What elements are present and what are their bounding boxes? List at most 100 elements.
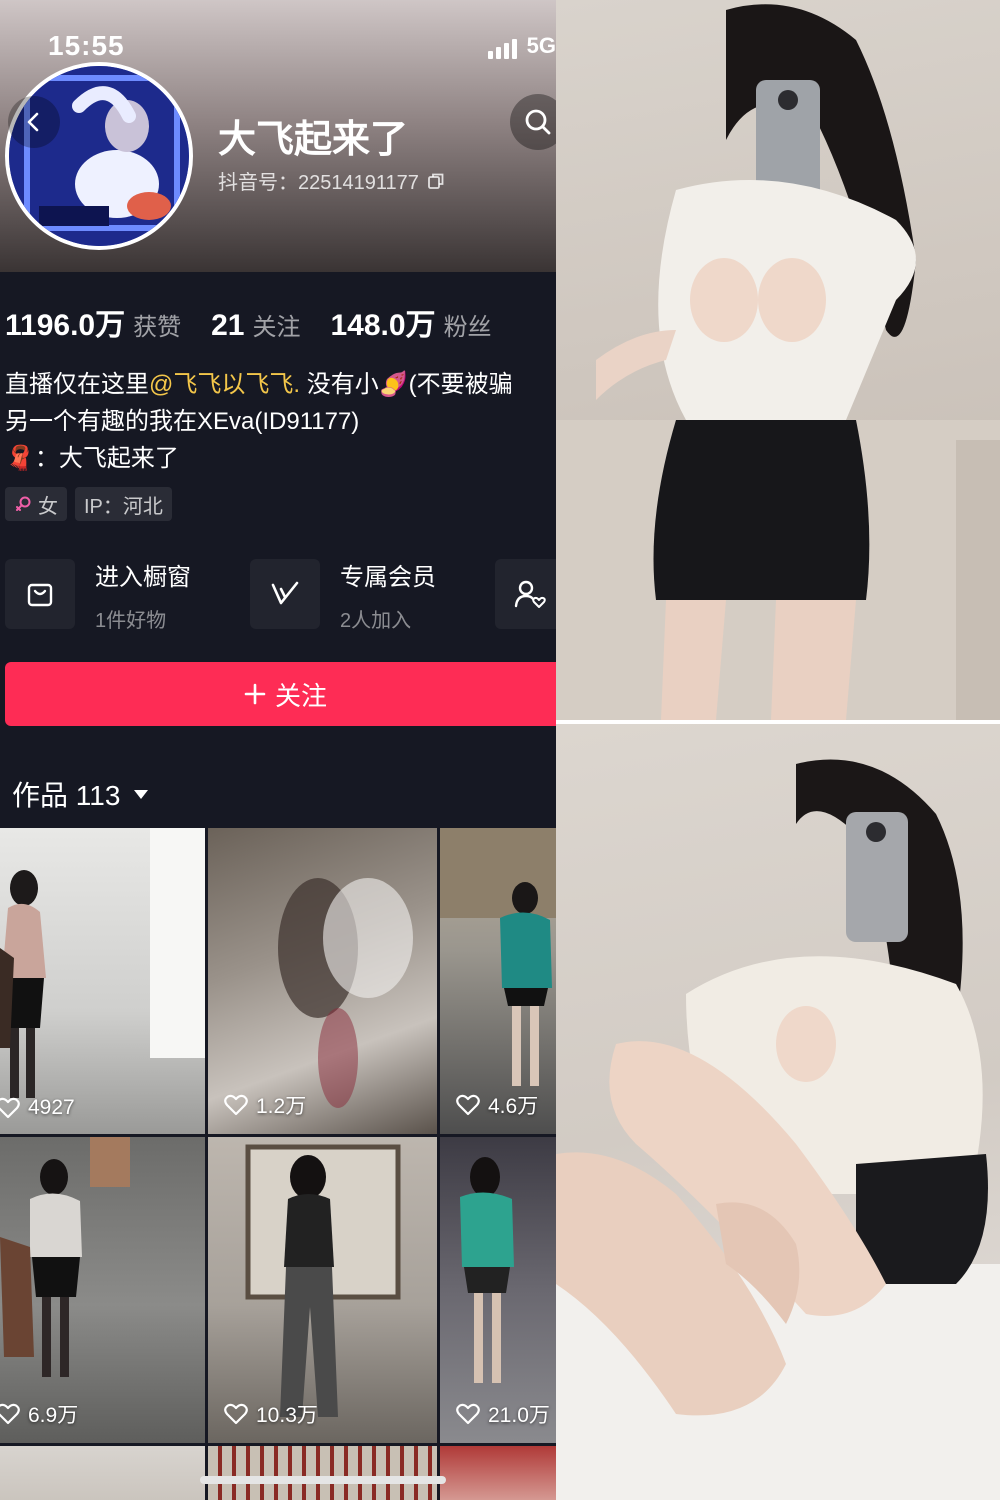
- like-count: 21.0万: [456, 1399, 550, 1429]
- heart-icon: [224, 1403, 248, 1425]
- search-button[interactable]: [510, 94, 556, 150]
- stat-following[interactable]: 21 关注: [211, 307, 300, 343]
- signal-icon: [487, 37, 517, 59]
- profile-bio: 直播仅在这里@飞飞以飞飞. 没有小🍠(不要被骗 另一个有趣的我在XEva(ID9…: [5, 366, 513, 477]
- like-count-text: 1.2万: [256, 1095, 307, 1118]
- home-indicator[interactable]: [200, 1476, 446, 1484]
- bio-line-2: 另一个有趣的我在XEva(ID91177): [5, 408, 360, 435]
- heart-icon: [224, 1094, 248, 1116]
- heart-icon: [456, 1094, 480, 1116]
- plus-icon: [244, 683, 266, 705]
- profile-entries: 进入橱窗 1件好物 专属会员 2人加入: [5, 555, 556, 633]
- work-thumbnail[interactable]: 4927: [0, 828, 205, 1134]
- thumbnail-image: [0, 1137, 130, 1377]
- works-tab[interactable]: 作品 113: [12, 774, 150, 814]
- heart-icon: [0, 1097, 20, 1119]
- stat-label: 关注: [252, 314, 301, 341]
- works-label: 作品 113: [12, 780, 121, 811]
- profile-header: 15:55 5G 大飞起来了 抖音号：22514191177: [0, 0, 556, 272]
- back-button[interactable]: [8, 96, 60, 148]
- bio-text: 没有小🍠(不要被骗: [300, 371, 513, 398]
- thumbnail-image: [440, 828, 556, 1086]
- vip-icon: [271, 581, 299, 605]
- entry-text: 专属会员 2人加入: [340, 555, 480, 633]
- work-thumbnail[interactable]: [440, 1446, 556, 1500]
- like-count: 4927: [0, 1096, 75, 1120]
- bio-line-3: 🧣：大飞起来了: [5, 440, 513, 477]
- stat-likes[interactable]: 1196.0万 获赞: [5, 300, 181, 344]
- ip-label: IP：河北: [84, 495, 163, 518]
- profile-screenshot: 15:55 5G 大飞起来了 抖音号：22514191177 1196.0万 获…: [0, 0, 556, 1500]
- stat-value: 21: [211, 309, 245, 342]
- gender-label: 女: [38, 495, 58, 518]
- like-count: 10.3万: [224, 1399, 318, 1429]
- photo-column: [556, 0, 1000, 1500]
- work-thumbnail[interactable]: 6.9万: [0, 1137, 205, 1443]
- shop-window-entry[interactable]: 进入橱窗 1件好物: [5, 555, 235, 633]
- entry-title: 专属会员: [340, 564, 436, 591]
- photo-bottom: [556, 724, 1000, 1500]
- heart-icon: [0, 1403, 20, 1425]
- ip-tag: IP：河北: [75, 487, 172, 521]
- like-count-text: 4.6万: [488, 1095, 539, 1118]
- bio-text: ：大飞起来了: [34, 445, 179, 472]
- profile-stats: 1196.0万 获赞 21 关注 148.0万 粉丝: [5, 300, 522, 344]
- search-icon: [525, 109, 551, 135]
- douyin-id[interactable]: 抖音号：22514191177: [218, 166, 445, 195]
- avatar[interactable]: [5, 62, 193, 250]
- douyin-id-text: 抖音号：22514191177: [218, 172, 419, 194]
- entry-text: 进入橱窗 1件好物: [95, 555, 235, 633]
- bag-icon: [27, 583, 53, 607]
- thumbnail-image: [460, 1157, 514, 1383]
- entry-icon-box: [495, 559, 556, 629]
- like-count: 1.2万: [224, 1090, 306, 1120]
- chevron-left-icon: [27, 112, 39, 132]
- profile-tags: 女 IP：河北: [5, 487, 172, 521]
- photo-top: [556, 0, 1000, 720]
- photo-image: [556, 4, 1000, 720]
- like-count: 6.9万: [0, 1399, 78, 1429]
- work-thumbnail[interactable]: 1.2万: [208, 828, 437, 1134]
- work-thumbnail[interactable]: 4.6万: [440, 828, 556, 1134]
- entry-title: 进入橱窗: [95, 564, 191, 591]
- bio-text: 直播仅在这里: [5, 371, 149, 398]
- stat-value: 1196.0万: [5, 309, 126, 342]
- work-thumbnail[interactable]: [208, 1446, 437, 1500]
- thumbnail-image: [0, 828, 205, 1098]
- follow-button[interactable]: 关注: [5, 662, 556, 726]
- photo-image: [556, 759, 1000, 1500]
- copy-icon: [427, 173, 444, 189]
- thumbnail-image: [278, 878, 413, 1108]
- like-count: 4.6万: [456, 1090, 538, 1120]
- status-time: 15:55: [48, 30, 125, 61]
- scarf-icon: 🧣: [5, 445, 35, 472]
- like-count-text: 10.3万: [256, 1404, 318, 1427]
- caret-down-icon: [134, 790, 149, 799]
- work-thumbnail[interactable]: 10.3万: [208, 1137, 437, 1443]
- network-label: 5G: [526, 33, 556, 58]
- membership-entry[interactable]: 专属会员 2人加入: [250, 555, 480, 633]
- work-thumbnail[interactable]: 21.0万: [440, 1137, 556, 1443]
- thumbnail-image: [245, 1144, 401, 1417]
- work-thumbnail[interactable]: [0, 1446, 205, 1500]
- status-icons: 5G: [487, 33, 556, 59]
- stat-label: 粉丝: [443, 314, 492, 341]
- like-count-text: 6.9万: [28, 1404, 79, 1427]
- friend-entry[interactable]: [495, 555, 556, 633]
- entry-icon-box: [5, 559, 75, 629]
- bio-line-1: 直播仅在这里@飞飞以飞飞. 没有小🍠(不要被骗: [5, 366, 513, 403]
- like-count-text: 4927: [28, 1096, 75, 1119]
- female-icon: [16, 496, 31, 511]
- follow-button-label: 关注: [274, 680, 327, 711]
- entry-subtitle: 1件好物: [95, 610, 167, 632]
- entry-icon-box: [250, 559, 320, 629]
- friend-icon: [514, 580, 546, 608]
- entry-subtitle: 2人加入: [340, 610, 412, 632]
- stat-label: 获赞: [133, 314, 182, 341]
- heart-icon: [456, 1403, 480, 1425]
- bio-mention-link[interactable]: @飞飞以飞飞.: [149, 371, 300, 398]
- stat-followers[interactable]: 148.0万 粉丝: [330, 300, 491, 344]
- gender-tag: 女: [5, 487, 67, 521]
- avatar-image: [9, 66, 189, 246]
- stat-value: 148.0万: [330, 309, 436, 342]
